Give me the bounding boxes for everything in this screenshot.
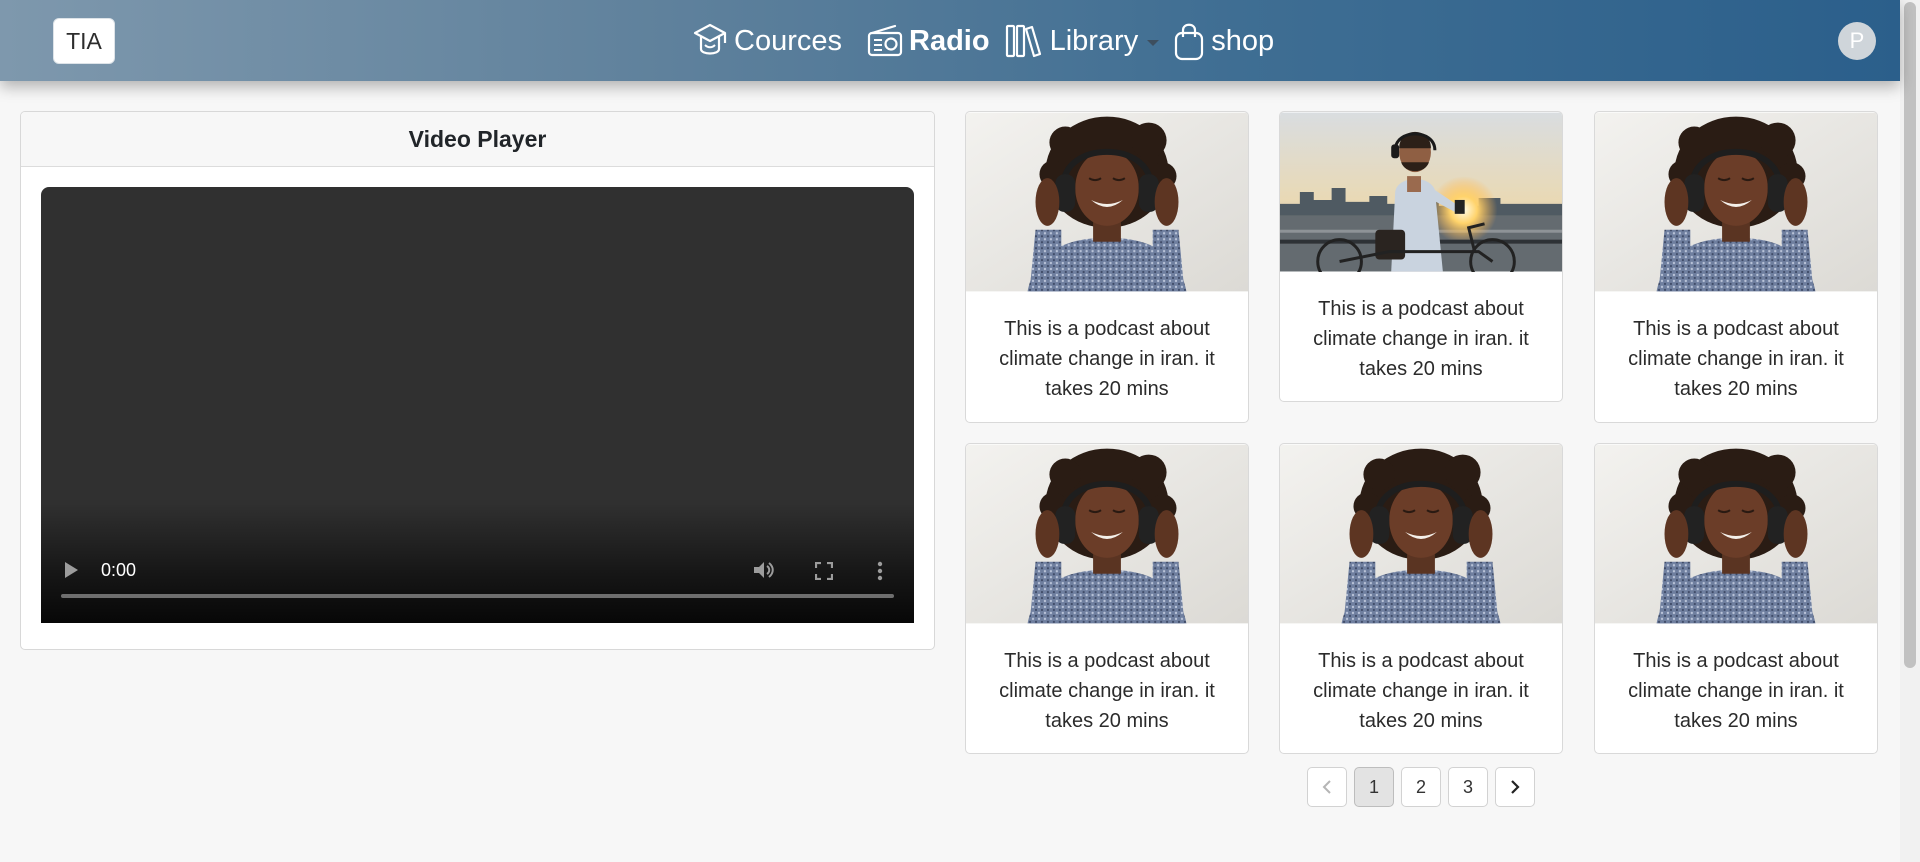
podcast-card[interactable]: This is a podcast about climate change i… <box>1279 443 1563 754</box>
video-player-title: Video Player <box>408 125 547 152</box>
video-controls-overlay <box>41 503 914 623</box>
nav-item-shop[interactable]: shop <box>1173 21 1274 61</box>
scrollbar-thumb[interactable] <box>1904 2 1916 668</box>
podcast-thumbnail <box>966 444 1248 624</box>
pagination: 1 2 3 <box>1307 767 1542 807</box>
podcast-thumbnail <box>966 112 1248 292</box>
page-button-2[interactable]: 2 <box>1401 767 1441 807</box>
podcast-card[interactable]: This is a podcast about climate change i… <box>1594 443 1878 754</box>
podcast-description: This is a podcast about climate change i… <box>1313 650 1529 732</box>
nav-label-library: Library <box>1049 24 1139 57</box>
fullscreen-icon[interactable] <box>815 562 833 580</box>
podcast-description: This is a podcast about climate change i… <box>1313 298 1529 380</box>
top-navbar: TIA Cources Radio Library shop P <box>0 0 1900 81</box>
next-page-button[interactable] <box>1495 767 1535 807</box>
nav-label-shop: shop <box>1211 24 1275 57</box>
video-player-card: Video Player 0:00 <box>20 111 935 650</box>
podcast-thumbnail <box>1595 112 1877 292</box>
nav-item-cources[interactable]: Cources <box>692 21 842 61</box>
page-button-3[interactable]: 3 <box>1448 767 1488 807</box>
graduation-cap-icon <box>692 21 728 61</box>
page-number: 3 <box>1462 776 1473 797</box>
chevron-right-icon <box>1511 780 1520 794</box>
brand-text: TIA <box>66 27 102 54</box>
podcast-description: This is a podcast about climate change i… <box>999 650 1215 732</box>
more-options-icon[interactable] <box>877 561 883 581</box>
podcast-thumbnail <box>1595 444 1877 624</box>
radio-icon <box>867 24 903 58</box>
video-element[interactable]: 0:00 <box>41 187 914 623</box>
podcast-thumbnail <box>1280 112 1562 272</box>
avatar-initial: P <box>1849 28 1865 53</box>
nav-item-library[interactable]: Library <box>1004 22 1160 60</box>
page-number: 2 <box>1415 776 1426 797</box>
chevron-left-icon <box>1322 780 1331 794</box>
previous-page-button[interactable] <box>1307 767 1347 807</box>
nav-label-cources: Cources <box>734 24 842 57</box>
nav-label-radio: Radio <box>909 24 990 57</box>
podcast-description: This is a podcast about climate change i… <box>1628 318 1844 400</box>
video-progress-bar[interactable] <box>61 594 894 598</box>
books-icon <box>1004 22 1042 60</box>
podcast-card[interactable]: This is a podcast about climate change i… <box>1594 111 1878 423</box>
page-number: 1 <box>1368 776 1379 797</box>
shopping-bag-icon <box>1173 21 1205 61</box>
brand-logo[interactable]: TIA <box>53 18 115 64</box>
play-icon[interactable] <box>63 561 79 579</box>
user-avatar[interactable]: P <box>1838 22 1876 60</box>
video-player-header: Video Player <box>21 112 934 167</box>
main-nav: Cources Radio Library shop <box>692 18 1274 64</box>
podcast-card[interactable]: This is a podcast about climate change i… <box>1279 111 1563 402</box>
volume-icon[interactable] <box>753 560 775 580</box>
video-time: 0:00 <box>101 560 137 580</box>
chevron-down-icon[interactable] <box>1147 40 1160 46</box>
podcast-card[interactable]: This is a podcast about climate change i… <box>965 443 1249 754</box>
podcast-description: This is a podcast about climate change i… <box>999 318 1215 400</box>
nav-item-radio[interactable]: Radio <box>867 24 990 58</box>
podcast-description: This is a podcast about climate change i… <box>1628 650 1844 732</box>
podcast-thumbnail <box>1280 444 1562 624</box>
page-scrollbar[interactable] <box>1900 0 1920 862</box>
podcast-card[interactable]: This is a podcast about climate change i… <box>965 111 1249 423</box>
page-button-1[interactable]: 1 <box>1354 767 1394 807</box>
